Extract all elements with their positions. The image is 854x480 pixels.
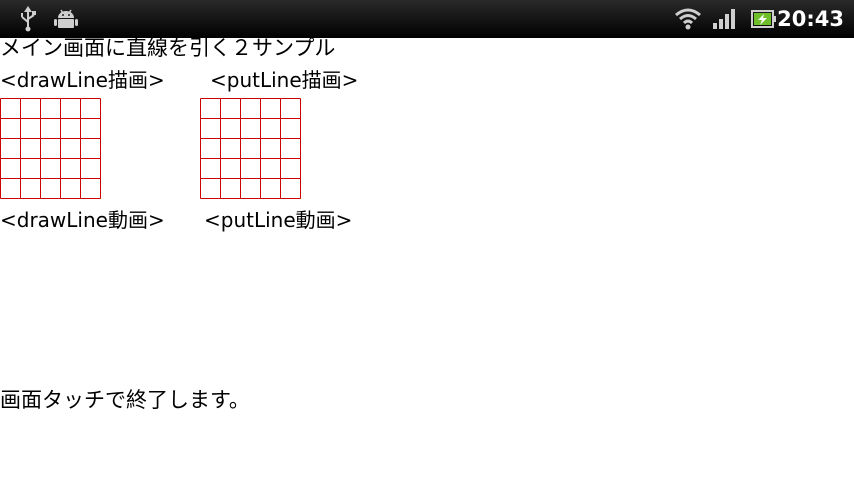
putline-grid [200, 98, 301, 199]
drawline-grid [0, 98, 101, 199]
android-debug-icon [54, 9, 78, 28]
label-putline-draw: <putLine描画> [210, 68, 359, 92]
label-drawline-draw: <drawLine描画> [0, 68, 165, 92]
clock: 20:43 [777, 7, 844, 31]
footer-message: 画面タッチで終了します。 [0, 388, 250, 412]
battery-charging-icon [751, 10, 776, 28]
usb-icon [21, 6, 36, 32]
label-putline-anim: <putLine動画> [204, 208, 353, 232]
signal-icon [713, 9, 735, 29]
app-title: メイン画面に直線を引く２サンプル [0, 36, 336, 60]
label-drawline-anim: <drawLine動画> [0, 208, 165, 232]
app-content[interactable]: メイン画面に直線を引く２サンプル <drawLine描画> <putLine描画… [0, 36, 854, 480]
status-bar: 20:43 [0, 0, 854, 38]
wifi-icon [675, 8, 701, 30]
